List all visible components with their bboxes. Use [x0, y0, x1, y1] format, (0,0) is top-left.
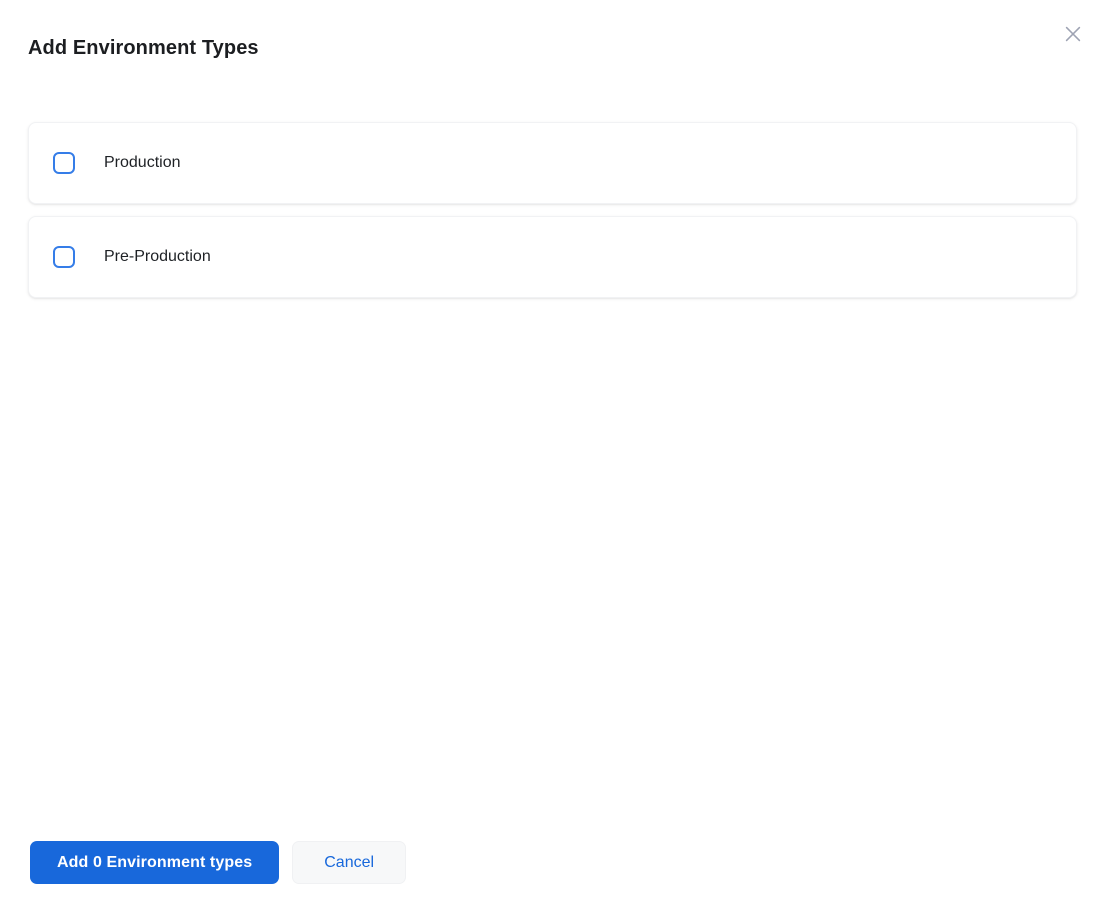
- environment-type-row-production[interactable]: Production: [28, 122, 1077, 204]
- environment-type-list: Production Pre-Production: [28, 122, 1077, 310]
- pre-production-checkbox[interactable]: [53, 246, 75, 268]
- add-environment-types-modal: Add Environment Types Production Pre-Pro…: [0, 0, 1112, 920]
- modal-footer: Add 0 Environment types Cancel: [30, 841, 406, 884]
- close-button[interactable]: [1059, 20, 1087, 48]
- add-environment-types-button[interactable]: Add 0 Environment types: [30, 841, 279, 884]
- environment-type-row-pre-production[interactable]: Pre-Production: [28, 216, 1077, 298]
- environment-type-label: Pre-Production: [104, 246, 211, 268]
- environment-type-label: Production: [104, 152, 181, 174]
- modal-title: Add Environment Types: [28, 36, 1084, 60]
- close-icon: [1062, 23, 1084, 45]
- modal-header: Add Environment Types: [28, 36, 1084, 60]
- cancel-button[interactable]: Cancel: [292, 841, 406, 884]
- production-checkbox[interactable]: [53, 152, 75, 174]
